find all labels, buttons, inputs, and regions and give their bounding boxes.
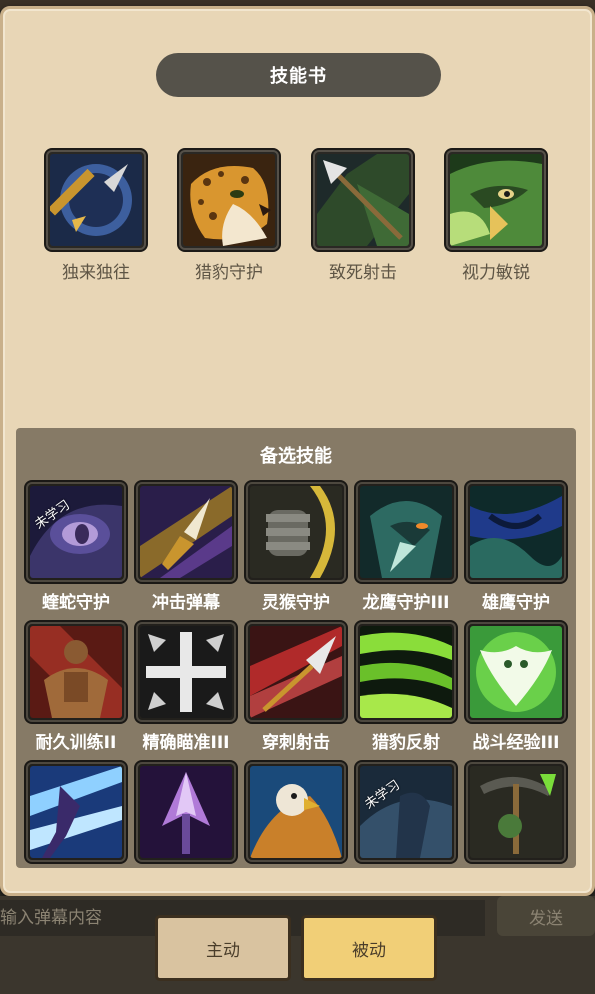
- leopard-icon: [183, 154, 275, 246]
- skill-frame: [246, 762, 346, 862]
- skill-frame: [246, 622, 346, 722]
- monkey-fist-icon: [250, 486, 342, 578]
- reserve-skill-10[interactable]: 战斗经验III: [466, 622, 566, 753]
- reserve-skill-8[interactable]: 穿刺射击: [246, 622, 346, 753]
- skill-frame: [466, 622, 566, 722]
- skill-frame: [313, 150, 413, 250]
- skill-frame: [466, 762, 566, 862]
- reserve-skills-panel: 备选技能 未学习 蝰蛇守护 冲击弹幕 灵猴守护 龙鹰守护III 雄鹰守护 耐久训…: [16, 428, 576, 868]
- equipped-skill-1[interactable]: 独来独往: [46, 150, 146, 283]
- skill-frame: [446, 150, 546, 250]
- dragonhawk-icon: [360, 486, 452, 578]
- reserve-skill-label: 战斗经验III: [472, 733, 560, 753]
- equipped-skill-label: 视力敏锐: [462, 263, 530, 283]
- skill-frame: [356, 482, 456, 582]
- reserve-skill-label: 穿刺射击: [262, 733, 330, 753]
- reserve-skill-6[interactable]: 耐久训练II: [26, 622, 126, 753]
- equipped-skills: 独来独往 猎豹守护 致死射击 视力敏锐: [0, 0, 595, 300]
- barrage-icon: [140, 486, 232, 578]
- skill-frame: [246, 482, 346, 582]
- reserve-skill-label: 龙鹰守护III: [362, 593, 450, 613]
- skill-frame: 未学习: [26, 482, 126, 582]
- purple-arrowhead-icon: [140, 766, 232, 858]
- reserve-skill-4[interactable]: 龙鹰守护III: [356, 482, 456, 613]
- reserve-skill-label: 耐久训练II: [35, 733, 117, 753]
- tab-passive-skills[interactable]: 被动: [304, 918, 434, 978]
- spear-shield-icon: [50, 154, 142, 246]
- reserve-title: 备选技能: [260, 446, 332, 467]
- skill-frame: [136, 762, 236, 862]
- griffin-icon: [250, 766, 342, 858]
- reserve-skill-13[interactable]: [246, 762, 346, 868]
- skill-frame: [26, 762, 126, 862]
- reserve-skill-label: 精确瞄准III: [142, 733, 230, 753]
- reserve-skill-label: 蝰蛇守护: [42, 593, 110, 613]
- skill-frame: [356, 622, 456, 722]
- skill-frame: [179, 150, 279, 250]
- equipped-skill-2[interactable]: 猎豹守护: [179, 150, 279, 283]
- pickaxe-icon: [470, 766, 562, 858]
- skill-frame: [136, 622, 236, 722]
- lightning-archer-icon: [30, 766, 122, 858]
- equipped-skill-label: 猎豹守护: [195, 263, 263, 283]
- reserve-skill-label: 雄鹰守护: [482, 593, 550, 613]
- skill-frame: 未学习: [356, 762, 456, 862]
- skill-frame: [136, 482, 236, 582]
- shadow-hunter-icon: [360, 766, 452, 858]
- skill-frame: [46, 150, 146, 250]
- reserve-skill-label: 猎豹反射: [372, 733, 440, 753]
- reserve-skill-3[interactable]: 灵猴守护: [246, 482, 346, 613]
- equipped-skill-3[interactable]: 致死射击: [313, 150, 413, 283]
- reserve-skill-1[interactable]: 未学习 蝰蛇守护: [26, 482, 126, 613]
- reserve-skill-9[interactable]: 猎豹反射: [356, 622, 456, 753]
- equipped-skill-label: 独来独往: [62, 263, 130, 283]
- equipped-skill-label: 致死射击: [329, 263, 397, 283]
- crosshair-icon: [140, 626, 232, 718]
- muscle-icon: [30, 626, 122, 718]
- reserve-skill-12[interactable]: [136, 762, 236, 868]
- eagle-eye-icon: [450, 154, 542, 246]
- send-button[interactable]: 发送: [497, 896, 595, 936]
- reserve-skill-label: 灵猴守护: [262, 593, 330, 613]
- reserve-skill-11[interactable]: [26, 762, 126, 868]
- green-slash-icon: [360, 626, 452, 718]
- reserve-skill-5[interactable]: 雄鹰守护: [466, 482, 566, 613]
- equipped-skill-4[interactable]: 视力敏锐: [446, 150, 546, 283]
- arrow-icon: [317, 154, 409, 246]
- reserve-skill-label: 冲击弹幕: [152, 593, 220, 613]
- reserve-skill-14[interactable]: 未学习: [356, 762, 456, 868]
- reserve-skill-7[interactable]: 精确瞄准III: [136, 622, 236, 753]
- owl-icon: [470, 626, 562, 718]
- hawk-icon: [470, 486, 562, 578]
- skill-frame: [26, 622, 126, 722]
- piercing-arrow-icon: [250, 626, 342, 718]
- skill-frame: [466, 482, 566, 582]
- serpent-eye-icon: [30, 486, 122, 578]
- tab-active-skills[interactable]: 主动: [158, 918, 288, 978]
- reserve-skill-15[interactable]: [466, 762, 566, 868]
- reserve-skill-2[interactable]: 冲击弹幕: [136, 482, 236, 613]
